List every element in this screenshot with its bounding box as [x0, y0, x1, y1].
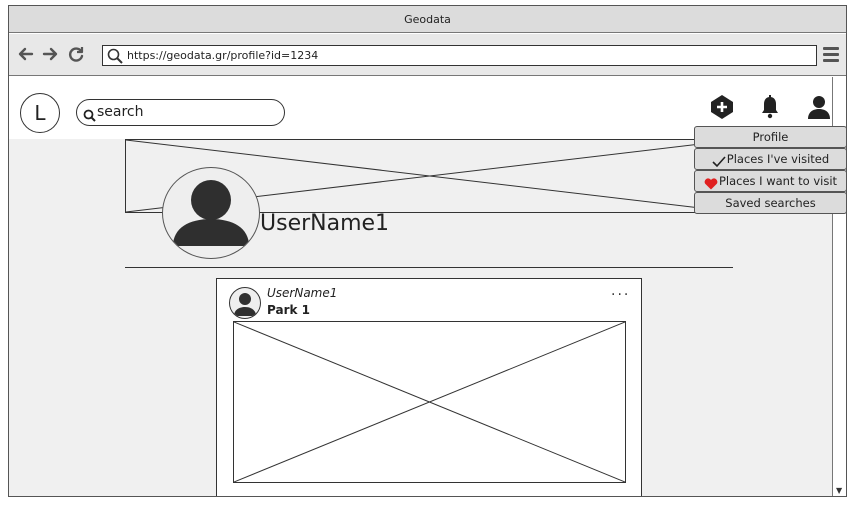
user-icon[interactable]	[806, 94, 832, 120]
add-icon[interactable]	[709, 94, 735, 120]
search-placeholder: search	[97, 104, 144, 120]
reload-icon[interactable]	[67, 45, 85, 63]
post-place: Park 1	[267, 303, 310, 317]
search-icon	[107, 48, 123, 64]
url-field[interactable]: https://geodata.gr/profile?id=1234	[102, 45, 817, 66]
hamburger-menu-icon[interactable]	[823, 47, 839, 63]
profile-avatar	[162, 167, 260, 259]
forward-arrow-icon[interactable]	[41, 45, 59, 63]
menu-item-places-want[interactable]: Places I want to visit	[694, 170, 846, 192]
profile-dropdown-menu: Profile Places I've visited Places I wan…	[694, 126, 846, 214]
post-card: UserName1 Park 1 ...	[216, 278, 642, 496]
scroll-down-icon[interactable]: ▼	[836, 486, 842, 495]
heart-icon	[704, 176, 718, 189]
menu-item-label: Profile	[752, 130, 789, 144]
more-options-icon[interactable]: ...	[611, 283, 630, 299]
address-bar: https://geodata.gr/profile?id=1234	[9, 34, 846, 76]
menu-item-label: Places I've visited	[726, 152, 830, 166]
divider	[125, 267, 733, 268]
menu-item-label: Saved searches	[725, 196, 816, 210]
menu-item-label: Places I want to visit	[718, 174, 838, 188]
post-image-placeholder	[233, 321, 626, 483]
post-avatar	[229, 287, 261, 319]
menu-item-profile[interactable]: Profile	[694, 126, 846, 148]
window-title: Geodata	[9, 6, 846, 33]
check-icon	[712, 154, 726, 167]
menu-item-saved-searches[interactable]: Saved searches	[694, 192, 846, 214]
menu-item-places-visited[interactable]: Places I've visited	[694, 148, 846, 170]
logo[interactable]: L	[20, 93, 60, 133]
profile-username: UserName1	[260, 211, 390, 236]
back-arrow-icon[interactable]	[17, 45, 35, 63]
browser-window: Geodata https://geodata.gr/profile?id=12…	[8, 5, 847, 497]
bell-icon[interactable]	[757, 94, 783, 120]
search-input[interactable]: search	[76, 99, 285, 126]
url-text: https://geodata.gr/profile?id=1234	[127, 49, 319, 62]
search-icon	[83, 106, 96, 122]
post-username: UserName1	[267, 286, 338, 300]
